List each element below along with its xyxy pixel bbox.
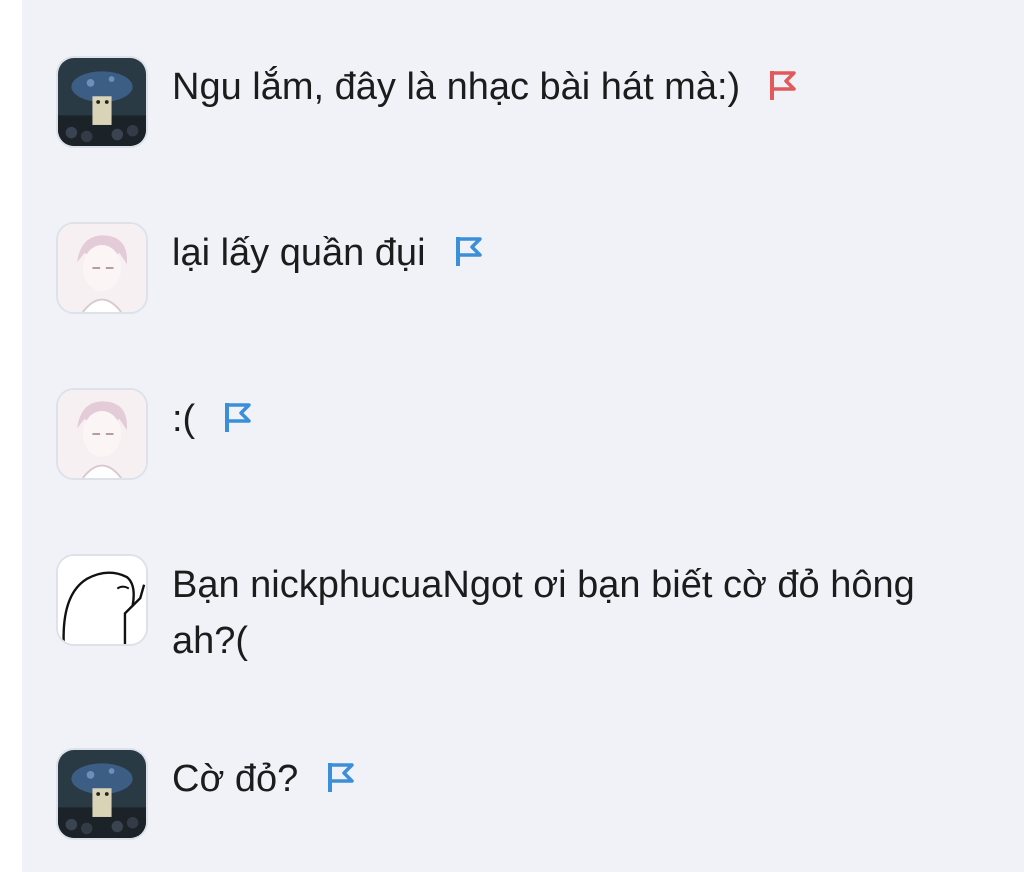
comment-text: lại lấy quần đụi xyxy=(172,232,426,274)
comment-item: Bạn nickphucuaNgot ơi bạn biết cờ đỏ hôn… xyxy=(56,554,962,669)
comment-text: :( xyxy=(172,398,196,440)
comment-text: Ngu lắm, đây là nhạc bài hát mà:) xyxy=(172,66,741,108)
report-flag-icon[interactable] xyxy=(324,760,356,794)
report-flag-icon[interactable] xyxy=(221,400,253,434)
report-flag-icon[interactable] xyxy=(452,234,484,268)
comment-text: Bạn nickphucuaNgot ơi bạn biết cờ đỏ hôn… xyxy=(172,564,915,662)
comment-item: lại lấy quần đụi xyxy=(56,222,484,314)
comment-text: Cờ đỏ? xyxy=(172,758,299,800)
comment-item: Cờ đỏ? xyxy=(56,748,356,840)
anime-boy-avatar[interactable] xyxy=(56,222,148,314)
mushroom-avatar[interactable] xyxy=(56,56,148,148)
comment-item: :( xyxy=(56,388,253,480)
mushroom-avatar[interactable] xyxy=(56,748,148,840)
anime-boy-avatar[interactable] xyxy=(56,388,148,480)
comment-item: Ngu lắm, đây là nhạc bài hát mà:) xyxy=(56,56,798,148)
doodle-avatar[interactable] xyxy=(56,554,148,646)
report-flag-icon[interactable] xyxy=(766,68,798,102)
